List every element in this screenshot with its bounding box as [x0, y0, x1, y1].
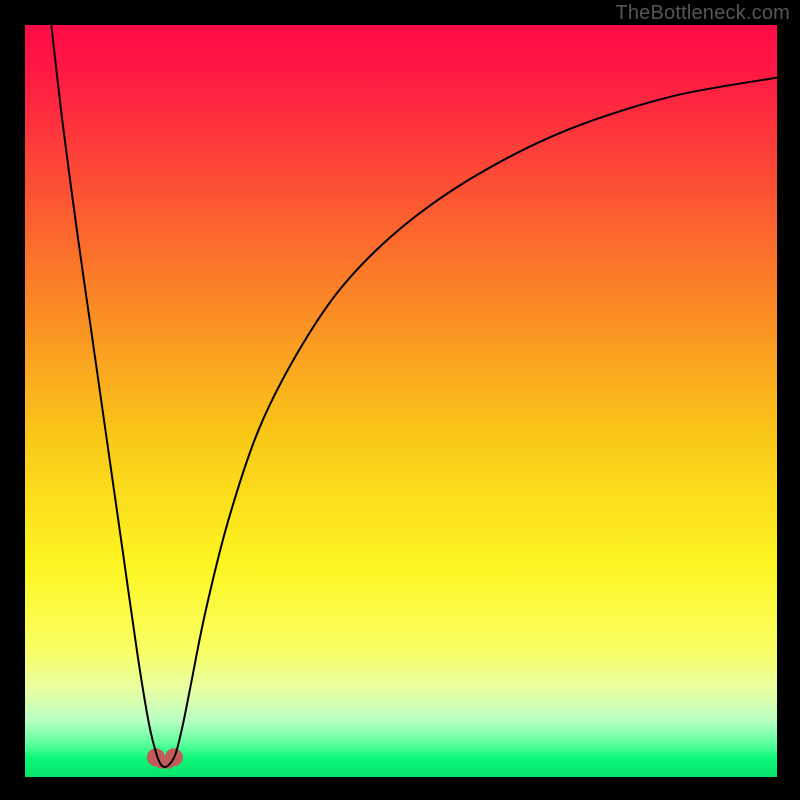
watermark-text: TheBottleneck.com — [615, 2, 790, 25]
chart-plot-area — [25, 25, 777, 777]
trough-marker — [147, 748, 183, 768]
outer-black-frame: TheBottleneck.com — [0, 0, 800, 800]
curve-layer — [25, 25, 777, 777]
bottleneck-curve-line — [51, 25, 777, 767]
